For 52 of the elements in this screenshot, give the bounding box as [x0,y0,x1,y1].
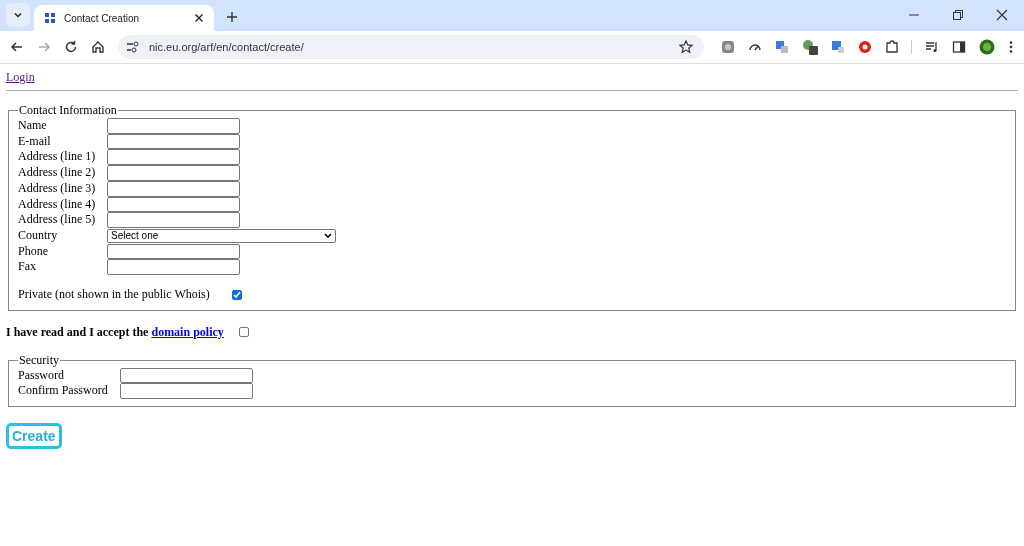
input-field[interactable] [107,212,240,228]
field-label: Password [18,367,65,384]
close-icon[interactable] [194,13,204,23]
media-icon[interactable] [925,40,939,54]
field-label: Fax [18,259,37,276]
forward-icon[interactable] [37,40,51,54]
avatar-icon[interactable] [979,39,995,55]
section-legend: Contact Information [18,103,118,118]
field-label: Address (line 2) [18,165,97,181]
close-icon[interactable] [996,9,1008,21]
field-label: Country [18,227,59,244]
new-tab-icon[interactable] [226,11,238,23]
shield-icon[interactable] [858,40,872,54]
field-label: Address (line 1) [18,149,97,166]
input-field[interactable] [107,165,240,181]
address-bar[interactable]: nic.eu.org/arf/en/contact/create/ [118,35,704,59]
reload-icon[interactable] [64,40,78,54]
back-icon[interactable] [10,40,24,54]
side-panel-icon[interactable] [952,40,966,54]
browser-tab[interactable]: Contact Creation [34,5,214,31]
policy-link[interactable]: domain policy [151,324,224,339]
star-icon[interactable] [679,40,693,54]
password-field[interactable] [120,367,253,384]
input-field[interactable] [107,243,240,260]
password-field[interactable] [120,383,253,400]
input-field[interactable] [107,149,240,166]
restore-icon[interactable] [952,9,964,21]
site-settings-icon [126,41,140,53]
country-select[interactable]: Select one [107,228,336,243]
input-field[interactable] [107,118,240,134]
field-label: Address (line 4) [18,196,97,213]
caret-icon [324,232,332,239]
field-label: E-mail [18,133,52,150]
checkbox-label: Private (not shown in the public Whois) [18,287,210,303]
login-link[interactable]: Login [6,70,35,84]
section-legend: Security [18,352,60,368]
field-label: Phone [18,243,49,260]
checkbox[interactable] [231,289,242,300]
caret-icon [13,10,23,20]
menu-icon[interactable] [1008,40,1014,54]
field-label: Address (line 5) [18,212,97,228]
url-text: nic.eu.org/arf/en/contact/create/ [149,41,304,53]
tab-title: Contact Creation [64,12,141,24]
site-icon [44,12,56,24]
extension-icon[interactable] [802,39,818,55]
home-icon[interactable] [91,40,105,54]
field-label: Confirm Password [18,383,109,400]
checkbox[interactable] [238,327,249,338]
input-field[interactable] [107,259,240,275]
field-label: Name [18,118,48,134]
field-label: Address (line 3) [18,180,97,197]
policy-statement: I have read and I accept the domain policy [6,324,224,340]
